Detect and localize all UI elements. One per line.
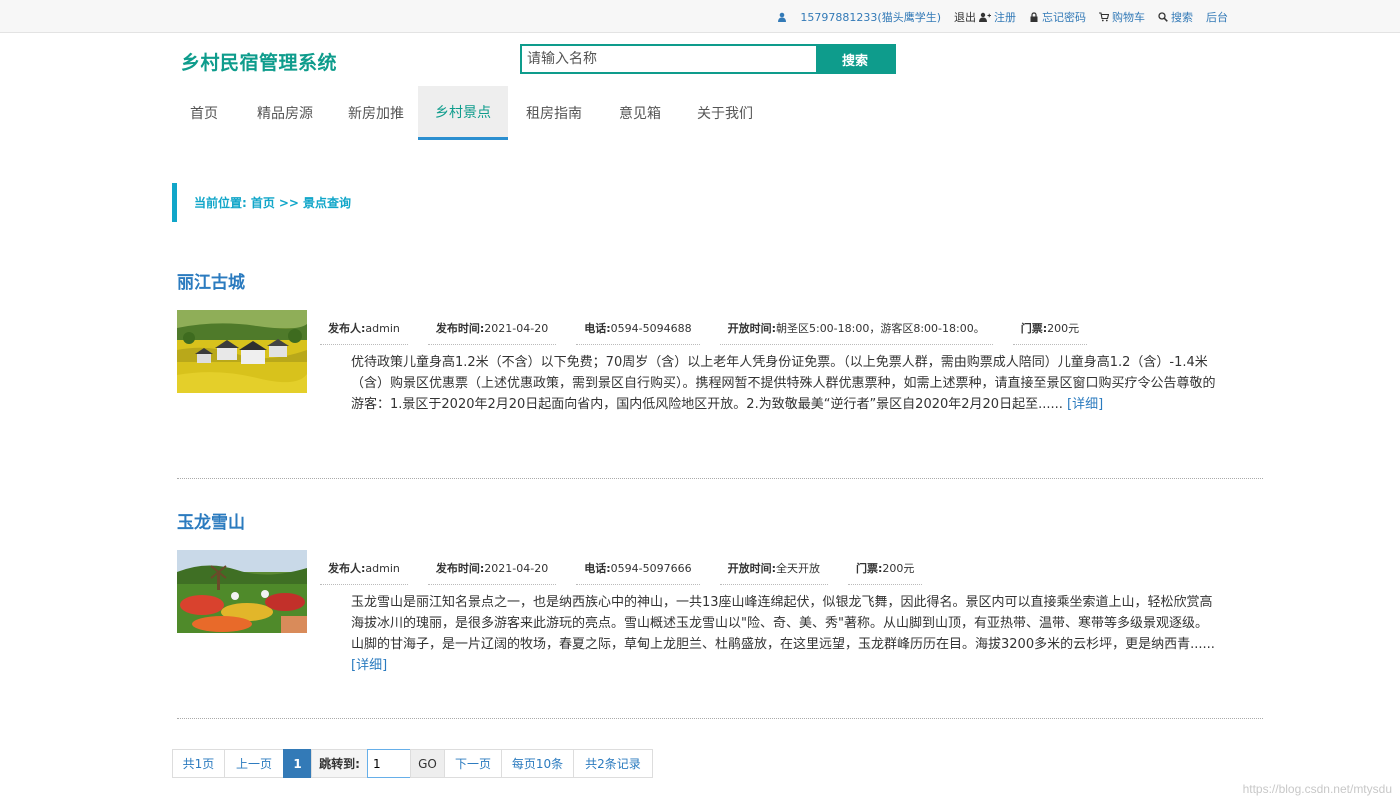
pager-jump-input[interactable] <box>368 750 410 777</box>
search-label: 搜索 <box>1171 10 1193 24</box>
breadcrumb-label: 当前位置: <box>194 196 247 210</box>
publisher-cell: 发布人: admin <box>320 552 408 585</box>
admin-label: 后台 <box>1206 10 1228 24</box>
pager-prev-button[interactable]: 上一页 <box>224 749 284 778</box>
description-text: 玉龙雪山是丽江知名景点之一，也是纳西族心中的神山，一共13座山峰连绵起伏，似银龙… <box>351 595 1215 652</box>
time-label: 发布时间: <box>435 562 485 575</box>
garden-image <box>177 550 307 633</box>
main-nav: 首页 精品房源 新房加推 乡村景点 租房指南 意见箱 关于我们 <box>172 86 770 140</box>
ticket-value: 200元 <box>1047 322 1080 335</box>
register-link[interactable]: 注册 <box>979 9 1016 25</box>
pager-jump-field[interactable] <box>367 749 411 778</box>
time-cell: 发布时间: 2021-04-20 <box>427 552 557 585</box>
ticket-cell: 门票: 200元 <box>847 552 923 585</box>
pager-total-records: 共2条记录 <box>573 749 653 778</box>
attraction-title[interactable]: 丽江古城 <box>177 268 245 293</box>
user-name: 15797881233(猫头鹰学生) <box>800 10 941 24</box>
publisher-value: admin <box>365 321 400 335</box>
phone-value: 0594-5094688 <box>610 321 692 335</box>
item-divider <box>177 718 1263 719</box>
cart-link[interactable]: 购物车 <box>1099 9 1145 25</box>
cart-label: 购物车 <box>1112 10 1145 24</box>
phone-value: 0594-5097666 <box>610 561 692 575</box>
publisher-cell: 发布人: admin <box>320 312 408 345</box>
pager-next-button[interactable]: 下一页 <box>444 749 502 778</box>
time-value: 2021-04-20 <box>484 561 549 575</box>
village-image <box>177 310 307 393</box>
watermark: https://blog.csdn.net/mtysdu <box>1242 782 1392 796</box>
admin-link[interactable]: 后台 <box>1206 9 1228 25</box>
phone-label: 电话: <box>584 562 611 575</box>
search-box: 搜索 <box>520 44 896 74</box>
time-label: 发布时间: <box>435 322 485 335</box>
breadcrumb-separator: >> <box>278 195 299 210</box>
forgot-password-link[interactable]: 忘记密码 <box>1029 9 1086 25</box>
phone-cell: 电话: 0594-5094688 <box>576 312 700 345</box>
search-input[interactable] <box>522 46 816 72</box>
search-link[interactable]: 搜索 <box>1158 9 1193 25</box>
attraction-meta: 发布人: admin 发布时间: 2021-04-20 电话: 0594-509766… <box>320 552 942 585</box>
ticket-label: 门票: <box>855 562 883 575</box>
forgot-label: 忘记密码 <box>1042 10 1086 24</box>
pager-per-page[interactable]: 每页10条 <box>501 749 574 778</box>
ticket-cell: 门票: 200元 <box>1012 312 1088 345</box>
breadcrumb: 当前位置: 首页 >> 景点查询 <box>172 183 572 222</box>
item-divider <box>177 478 1263 479</box>
user-icon <box>777 12 787 22</box>
user-link[interactable]: 15797881233(猫头鹰学生) <box>777 9 941 25</box>
nav-item-attractions[interactable]: 乡村景点 <box>418 86 508 140</box>
top-bar: 15797881233(猫头鹰学生) 退出 注册 忘记密码 购物车 搜索 后台 <box>0 0 1400 33</box>
nav-item-about[interactable]: 关于我们 <box>680 86 770 140</box>
lock-icon <box>1029 11 1039 22</box>
time-cell: 发布时间: 2021-04-20 <box>427 312 557 345</box>
attraction-image[interactable] <box>177 310 307 393</box>
logout-label: 退出 <box>954 10 976 24</box>
top-links: 15797881233(猫头鹰学生) 退出 注册 忘记密码 购物车 搜索 后台 <box>777 0 1228 33</box>
attraction-image[interactable] <box>177 550 307 633</box>
breadcrumb-current: 景点查询 <box>302 196 351 210</box>
phone-cell: 电话: 0594-5097666 <box>576 552 700 585</box>
pager-current-page[interactable]: 1 <box>283 749 312 778</box>
user-plus-icon <box>979 12 991 22</box>
pagination: 共1页 上一页 1 跳转到: GO 下一页 每页10条 共2条记录 <box>172 749 653 778</box>
site-logo[interactable]: 乡村民宿管理系统 <box>181 48 337 75</box>
phone-label: 电话: <box>584 322 611 335</box>
pager-go-button[interactable]: GO <box>410 749 445 778</box>
logout-link[interactable]: 退出 <box>954 9 976 25</box>
register-label: 注册 <box>994 10 1016 24</box>
open-time-label: 开放时间: <box>727 322 776 335</box>
ticket-label: 门票: <box>1020 322 1048 335</box>
attraction-meta: 发布人: admin 发布时间: 2021-04-20 电话: 0594-50946… <box>320 312 1107 345</box>
attraction-item: 玉龙雪山 发布人: admin 发布时间: 2021-04-20 电话: 0594-5… <box>177 508 1263 720</box>
publisher-value: admin <box>365 561 400 575</box>
attraction-description: 优待政策儿童身高1.2米（不含）以下免费；70周岁（含）以上老年人凭身份证免票。… <box>351 352 1217 415</box>
cart-icon <box>1099 11 1109 22</box>
nav-item-rental-guide[interactable]: 租房指南 <box>508 86 600 140</box>
breadcrumb-home[interactable]: 首页 <box>251 194 275 211</box>
pager-jump-label: 跳转到: <box>311 749 368 778</box>
attraction-title[interactable]: 玉龙雪山 <box>177 508 245 533</box>
publisher-label: 发布人: <box>328 322 366 335</box>
pager-total-pages: 共1页 <box>172 749 225 778</box>
open-time-cell: 开放时间: 朝圣区5:00-18:00，游客区8:00-18:00。 <box>719 312 993 345</box>
detail-link[interactable]: [详细] <box>351 658 387 673</box>
open-time-label: 开放时间: <box>727 562 776 575</box>
open-time-value: 全天开放 <box>775 562 820 575</box>
nav-item-new-rooms[interactable]: 新房加推 <box>334 86 418 140</box>
nav-item-home[interactable]: 首页 <box>172 86 236 140</box>
open-time-value: 朝圣区5:00-18:00，游客区8:00-18:00。 <box>775 322 985 335</box>
open-time-cell: 开放时间: 全天开放 <box>719 552 828 585</box>
attraction-description: 玉龙雪山是丽江知名景点之一，也是纳西族心中的神山，一共13座山峰连绵起伏，似银龙… <box>351 592 1217 676</box>
search-button[interactable]: 搜索 <box>816 46 894 72</box>
ticket-value: 200元 <box>882 562 915 575</box>
nav-item-feedback[interactable]: 意见箱 <box>600 86 680 140</box>
time-value: 2021-04-20 <box>484 321 549 335</box>
attraction-item: 丽江古城 发布人: admin 发布时间: 2021-04-20 电话: 0594-… <box>177 268 1263 480</box>
nav-item-featured-rooms[interactable]: 精品房源 <box>236 86 334 140</box>
search-icon <box>1158 11 1168 22</box>
detail-link[interactable]: [详细] <box>1067 397 1103 412</box>
publisher-label: 发布人: <box>328 562 366 575</box>
